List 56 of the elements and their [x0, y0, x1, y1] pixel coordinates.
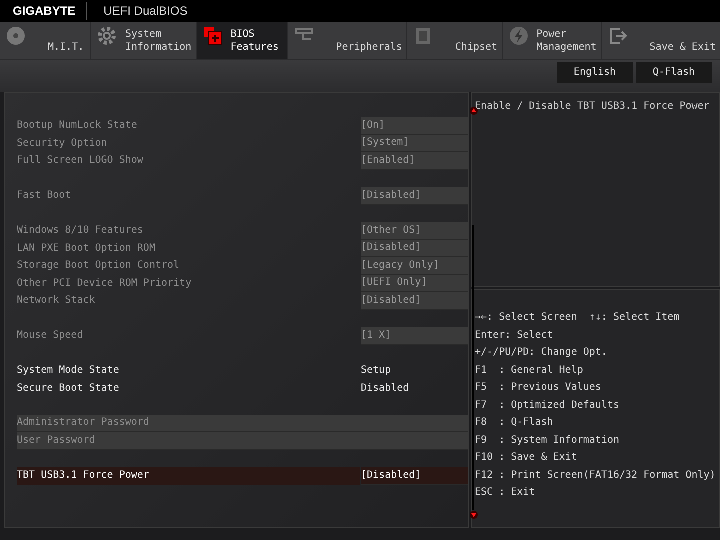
- key-hint: F5 : Previous Values: [475, 381, 602, 395]
- disc-icon: [6, 26, 26, 46]
- key-hint: F7 : Optimized Defaults: [475, 398, 620, 412]
- option-value[interactable]: [Disabled]: [361, 467, 468, 484]
- product-title: UEFI DualBIOS: [104, 3, 188, 20]
- key-hint: F8 : Q-Flash: [475, 416, 554, 430]
- nav-tab[interactable]: Power Management: [502, 22, 601, 59]
- nav-tab[interactable]: System Information: [91, 22, 196, 59]
- key-hint: +/-/PU/PD: Change Opt.: [475, 346, 608, 360]
- setting-label: Secure Boot State: [17, 382, 120, 396]
- setting-label[interactable]: Storage Boot Option Control: [17, 257, 360, 274]
- setting-label[interactable]: Windows 8/10 Features: [17, 222, 360, 240]
- bolt-icon: [508, 26, 529, 46]
- password-item[interactable]: Administrator Password: [17, 414, 468, 432]
- setting-label: System Mode State: [17, 364, 120, 378]
- option-value[interactable]: [1 X]: [361, 327, 468, 344]
- nav-tab[interactable]: Chipset: [407, 22, 502, 59]
- option-value[interactable]: [Disabled]: [361, 240, 468, 257]
- option-value[interactable]: [Disabled]: [361, 292, 468, 310]
- brand-logo: GIGABYTE: [13, 2, 87, 20]
- key-hint: F1 : General Help: [475, 364, 584, 378]
- nav-tab[interactable]: Peripherals: [288, 22, 406, 59]
- stacked-squares-icon: [202, 26, 223, 46]
- nav-tab[interactable]: M.I.T.: [0, 22, 90, 59]
- key-hint: F12 : Print Screen(FAT16/32 Format Only): [475, 468, 716, 482]
- key-hint: Enter: Select: [475, 328, 554, 342]
- setting-label[interactable]: Fast Boot: [17, 187, 360, 204]
- setting-label[interactable]: Security Option: [17, 134, 360, 152]
- setting-label[interactable]: LAN PXE Boot Option ROM: [17, 240, 360, 257]
- setting-label[interactable]: Bootup NumLock State: [17, 117, 360, 134]
- help-text: Enable / Disable TBT USB3.1 Force Power: [475, 100, 711, 114]
- key-hint: ESC : Exit: [475, 486, 536, 500]
- top-button[interactable]: English: [557, 62, 633, 83]
- info-value: Disabled: [361, 382, 410, 396]
- top-button[interactable]: Q-Flash: [636, 62, 712, 83]
- option-value[interactable]: [System]: [361, 134, 468, 152]
- gear-icon: [97, 26, 118, 46]
- exit-icon: [608, 26, 628, 46]
- setting-label[interactable]: Full Screen LOGO Show: [17, 152, 360, 170]
- option-value[interactable]: [UEFI Only]: [361, 274, 468, 292]
- option-value[interactable]: [Disabled]: [361, 187, 468, 204]
- nav-tab[interactable]: BIOS Features: [196, 22, 288, 59]
- option-value[interactable]: [Other OS]: [361, 222, 468, 240]
- key-hint: F9 : System Information: [475, 434, 620, 448]
- key-hint: F10 : Save & Exit: [475, 451, 578, 465]
- password-item[interactable]: User Password: [17, 432, 468, 450]
- nav-tab[interactable]: Save & Exit: [602, 22, 720, 59]
- option-value[interactable]: [Legacy Only]: [361, 257, 468, 274]
- setting-label[interactable]: TBT USB3.1 Force Power: [17, 467, 360, 484]
- setting-label[interactable]: Network Stack: [17, 292, 360, 310]
- info-value: Setup: [361, 364, 392, 378]
- option-value[interactable]: [On]: [361, 117, 468, 134]
- key-hint: →←: Select Screen ↑↓: Select Item: [475, 311, 681, 325]
- setting-label[interactable]: Mouse Speed: [17, 327, 360, 344]
- setting-label[interactable]: Other PCI Device ROM Priority: [17, 274, 360, 292]
- option-value[interactable]: [Enabled]: [361, 152, 468, 170]
